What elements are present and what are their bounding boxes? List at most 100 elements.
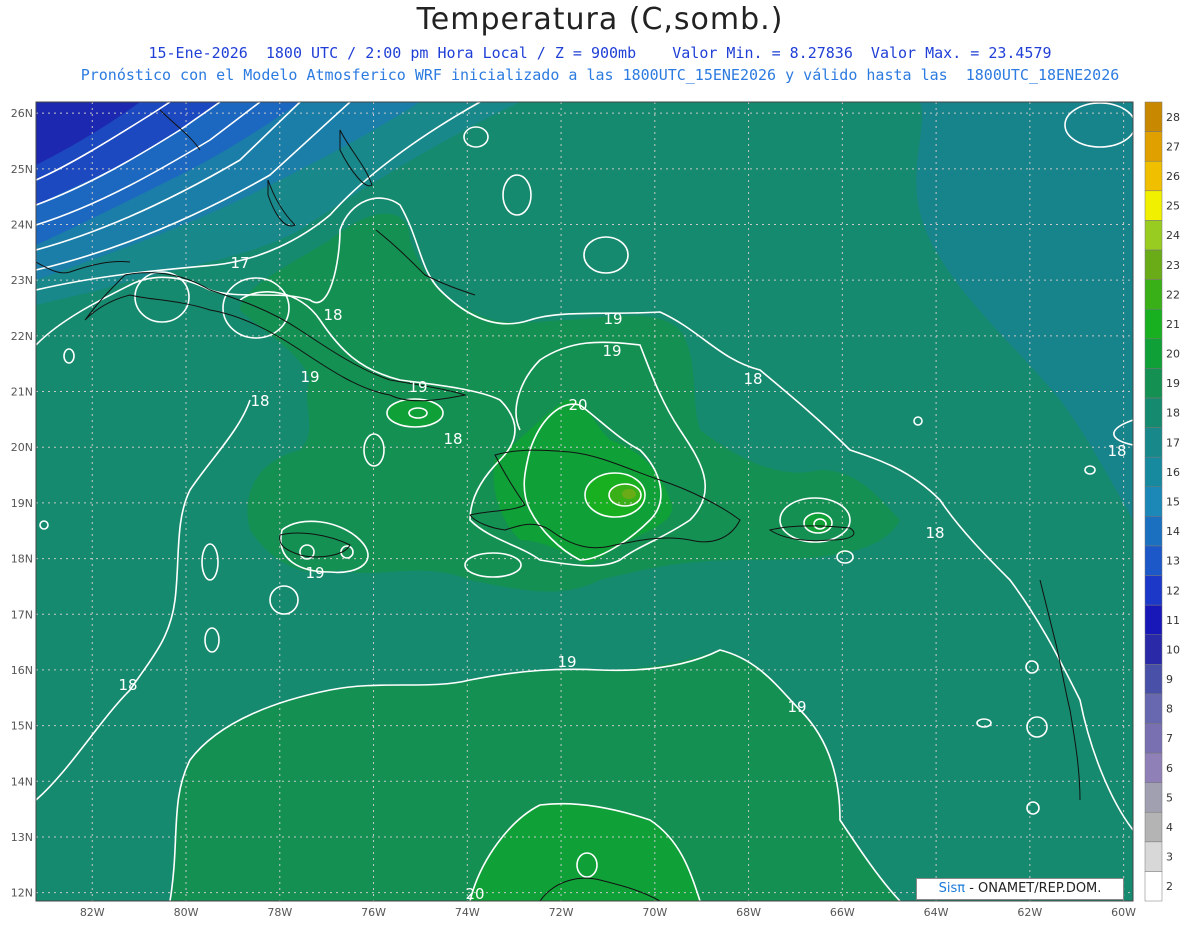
colorbar-swatch bbox=[1144, 841, 1163, 872]
lat-tick-label: 25N bbox=[11, 163, 33, 176]
plot-area bbox=[36, 102, 1133, 901]
colorbar-swatch bbox=[1144, 190, 1163, 221]
colorbar-label: 3 bbox=[1166, 851, 1173, 864]
colorbar-swatch bbox=[1144, 545, 1163, 576]
credit-sis: Sisπ bbox=[938, 881, 966, 896]
lon-tick-label: 60W bbox=[1111, 906, 1136, 919]
colorbar: 2345678910111213141516171819202122232425… bbox=[1144, 101, 1180, 902]
lon-tick-label: 64W bbox=[924, 906, 949, 919]
lon-tick-label: 76W bbox=[361, 906, 386, 919]
colorbar-label: 18 bbox=[1166, 407, 1180, 420]
colorbar-label: 15 bbox=[1166, 496, 1180, 509]
contour-label: 20 bbox=[568, 396, 587, 414]
colorbar-swatch bbox=[1144, 397, 1163, 428]
colorbar-swatch bbox=[1144, 427, 1163, 458]
colorbar-label: 16 bbox=[1166, 466, 1180, 479]
colorbar-label: 21 bbox=[1166, 318, 1180, 331]
colorbar-swatch bbox=[1144, 723, 1163, 754]
colorbar-label: 25 bbox=[1166, 200, 1180, 213]
colorbar-swatch bbox=[1144, 160, 1163, 192]
contour-label: 19 bbox=[787, 698, 806, 716]
contour-label: 19 bbox=[602, 342, 621, 360]
lon-tick-label: 68W bbox=[736, 906, 761, 919]
colorbar-label: 7 bbox=[1166, 732, 1173, 745]
colorbar-label: 11 bbox=[1166, 614, 1180, 627]
colorbar-label: 28 bbox=[1166, 111, 1180, 124]
contour-label: 18 bbox=[743, 370, 762, 388]
colorbar-label: 9 bbox=[1166, 673, 1173, 686]
colorbar-label: 8 bbox=[1166, 703, 1173, 716]
lat-tick-label: 21N bbox=[11, 386, 33, 399]
lon-tick-label: 78W bbox=[267, 906, 292, 919]
colorbar-label: 26 bbox=[1166, 170, 1180, 183]
colorbar-swatch bbox=[1144, 338, 1163, 369]
lon-tick-label: 82W bbox=[80, 906, 105, 919]
colorbar-swatch bbox=[1144, 486, 1163, 517]
lat-tick-label: 24N bbox=[11, 218, 33, 231]
credit-box: Sisπ - ONAMET/REP.DOM. bbox=[916, 878, 1124, 900]
lat-tick-label: 13N bbox=[11, 831, 33, 844]
lat-tick-label: 18N bbox=[11, 553, 33, 566]
colorbar-label: 4 bbox=[1166, 821, 1173, 834]
latitude-labels: 26N 25N 24N 23N 22N 21N 20N 19N 18N 17N 16N 15N 14N 1… bbox=[11, 107, 33, 900]
colorbar-swatch bbox=[1144, 516, 1163, 547]
contour-label: 18 bbox=[925, 524, 944, 542]
colorbar-swatch bbox=[1144, 368, 1163, 399]
longitude-labels: 82W 80W 78W 76W 74W 72W 70W 68W 66W 64W 62W 60W bbox=[80, 906, 1136, 919]
contour-label: 20 bbox=[465, 885, 484, 903]
lat-tick-label: 20N bbox=[11, 441, 33, 454]
lat-tick-label: 17N bbox=[11, 608, 33, 621]
colorbar-label: 2 bbox=[1166, 880, 1173, 893]
lon-tick-label: 66W bbox=[830, 906, 855, 919]
colorbar-label: 20 bbox=[1166, 348, 1180, 361]
lat-tick-label: 16N bbox=[11, 664, 33, 677]
colorbar-label: 23 bbox=[1166, 259, 1180, 272]
contour-label: 18 bbox=[443, 430, 462, 448]
colorbar-label: 14 bbox=[1166, 525, 1180, 538]
contour-label: 18 bbox=[250, 392, 269, 410]
lon-tick-label: 62W bbox=[1017, 906, 1042, 919]
contour-label: 19 bbox=[408, 378, 427, 396]
lon-tick-label: 80W bbox=[174, 906, 199, 919]
colorbar-label: 10 bbox=[1166, 643, 1180, 656]
colorbar-swatch bbox=[1144, 634, 1163, 665]
colorbar-swatch bbox=[1144, 249, 1163, 280]
colorbar-label: 19 bbox=[1166, 377, 1180, 390]
colorbar-label: 17 bbox=[1166, 436, 1180, 449]
contour-label: 19 bbox=[305, 564, 324, 582]
colorbar-swatch bbox=[1144, 604, 1163, 635]
colorbar-label: 6 bbox=[1166, 762, 1173, 775]
lat-tick-label: 22N bbox=[11, 330, 33, 343]
field-hotspot-23 bbox=[622, 489, 636, 499]
colorbar-swatch bbox=[1144, 871, 1163, 902]
colorbar-swatch bbox=[1144, 279, 1163, 310]
lat-tick-label: 14N bbox=[11, 775, 33, 788]
contour-label: 17 bbox=[230, 254, 249, 272]
contour-label: 19 bbox=[300, 368, 319, 386]
colorbar-swatch bbox=[1144, 220, 1163, 251]
lon-tick-label: 70W bbox=[642, 906, 667, 919]
lat-tick-label: 26N bbox=[11, 107, 33, 120]
colorbar-swatch bbox=[1144, 101, 1163, 132]
contour-label: 18 bbox=[118, 676, 137, 694]
credit-onamet: - ONAMET/REP.DOM. bbox=[965, 881, 1102, 896]
lat-tick-label: 12N bbox=[11, 887, 33, 900]
lon-tick-label: 74W bbox=[455, 906, 480, 919]
colorbar-label: 13 bbox=[1166, 555, 1180, 568]
colorbar-label: 22 bbox=[1166, 288, 1180, 301]
lat-tick-label: 23N bbox=[11, 274, 33, 287]
colorbar-label: 24 bbox=[1166, 229, 1180, 242]
colorbar-label: 27 bbox=[1166, 140, 1180, 153]
colorbar-swatch bbox=[1144, 752, 1163, 783]
colorbar-swatch bbox=[1144, 693, 1163, 724]
contour-label: 19 bbox=[603, 310, 622, 328]
colorbar-swatch bbox=[1144, 575, 1163, 606]
contour-label: 19 bbox=[557, 653, 576, 671]
lat-tick-label: 15N bbox=[11, 720, 33, 733]
lat-tick-label: 19N bbox=[11, 497, 33, 510]
lon-tick-label: 72W bbox=[549, 906, 574, 919]
contour-label: 18 bbox=[1107, 442, 1126, 460]
colorbar-swatch bbox=[1144, 782, 1163, 813]
colorbar-swatch bbox=[1144, 308, 1163, 339]
colorbar-label: 5 bbox=[1166, 791, 1173, 804]
